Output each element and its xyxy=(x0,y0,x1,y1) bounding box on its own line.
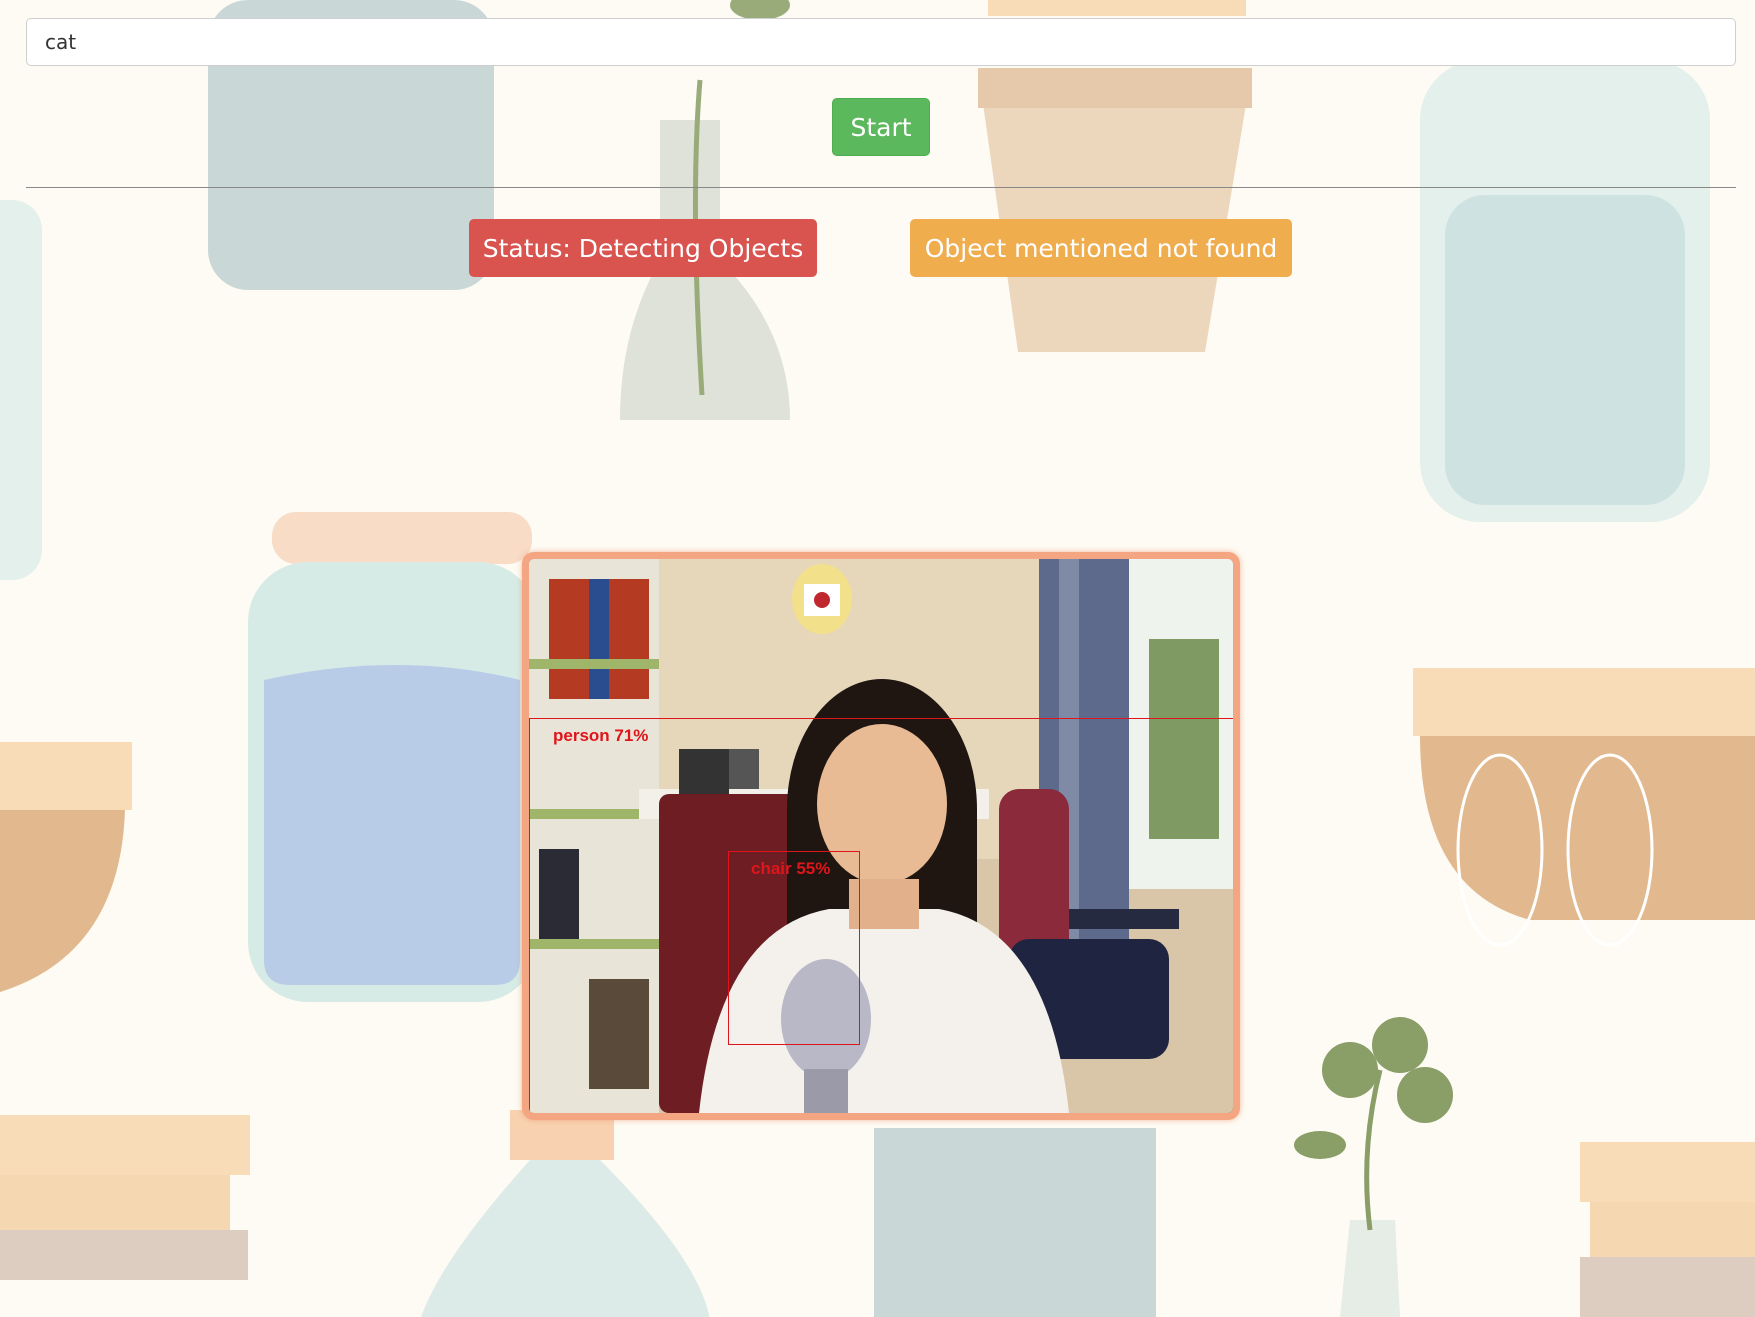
result-badge: Object mentioned not found xyxy=(910,219,1292,277)
divider xyxy=(26,187,1736,188)
search-field-container xyxy=(26,18,1736,66)
status-badge: Status: Detecting Objects xyxy=(469,219,817,277)
start-button[interactable]: Start xyxy=(832,98,930,156)
detection-label-chair: chair 55% xyxy=(751,859,831,878)
detection-label-person: person 71% xyxy=(553,726,649,745)
search-input[interactable] xyxy=(26,18,1736,66)
camera-feed: person 71% chair 55% xyxy=(522,552,1240,1120)
detection-box-person xyxy=(529,718,1233,1113)
detection-box-chair xyxy=(728,851,860,1045)
